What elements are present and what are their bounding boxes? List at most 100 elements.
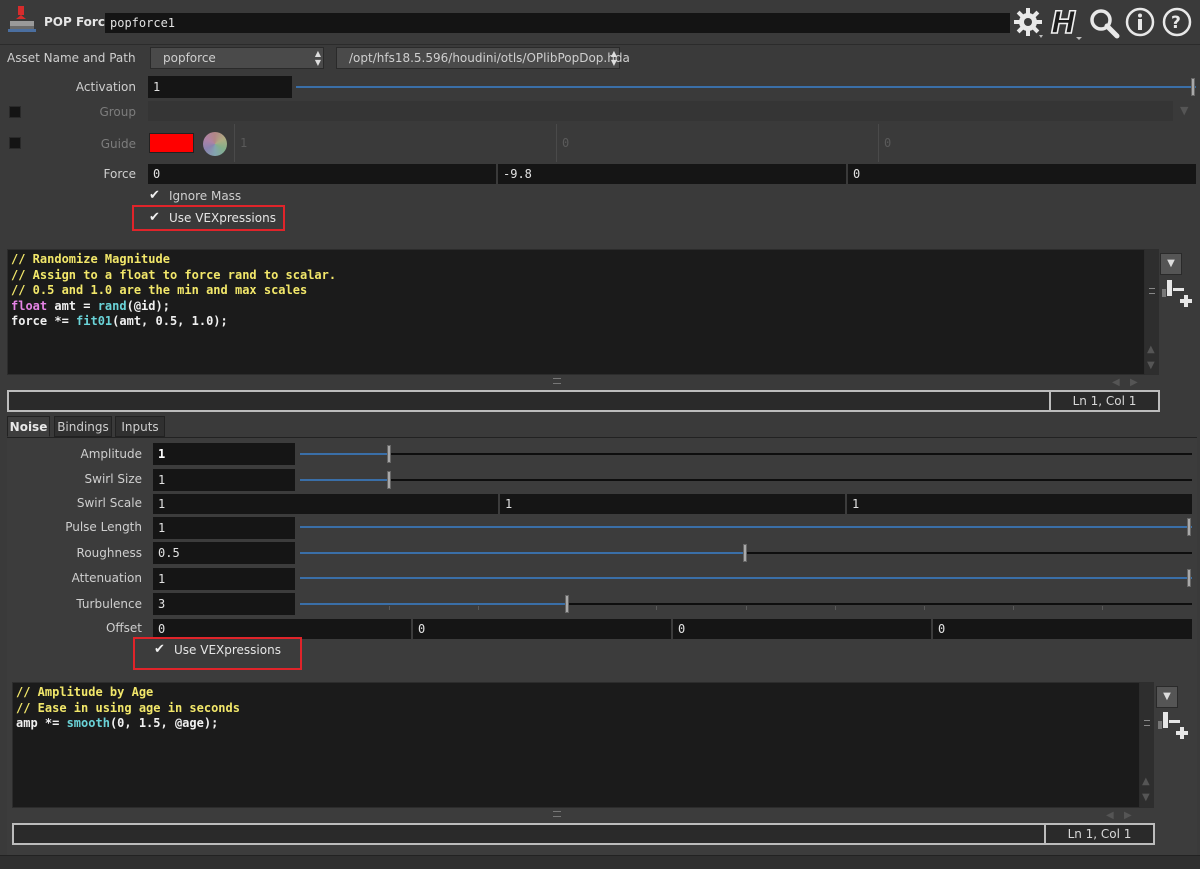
tab-noise[interactable]: Noise [7, 416, 50, 437]
scroll-down-icon[interactable]: ▼ [1142, 792, 1150, 803]
roughness-field[interactable]: 0.5 [153, 542, 295, 564]
swirl-size-label: Swirl Size [84, 472, 142, 486]
noise-snippet-menu-button[interactable]: ▼ [1156, 686, 1178, 708]
swirl-scale-y-field[interactable]: 1 [500, 494, 845, 514]
swirl-size-slider[interactable] [300, 470, 1192, 490]
scroll-down-icon[interactable]: ▼ [1147, 360, 1155, 371]
snippet-menu-button[interactable]: ▼ [1160, 253, 1182, 275]
offset-z-field[interactable]: 0 [673, 619, 931, 639]
amplitude-label: Amplitude [80, 447, 143, 461]
offset-y-field[interactable]: 0 [413, 619, 671, 639]
noise-code-editor-scrollbar[interactable] [1140, 682, 1154, 808]
use-vexpressions-checkbox[interactable]: ✔ [149, 211, 161, 224]
scroll-left-icon[interactable]: ◀ [1106, 810, 1114, 821]
offset-x-field[interactable]: 0 [153, 619, 411, 639]
force-label: Force [103, 167, 136, 181]
svg-text:?: ? [1171, 13, 1181, 33]
group-toggle[interactable] [9, 106, 21, 118]
guide-label: Guide [100, 137, 136, 151]
noise-create-spare-parameters-icon[interactable] [1158, 712, 1192, 742]
code-line: // Randomize Magnitude [11, 252, 170, 266]
scroll-up-icon[interactable]: ▲ [1147, 344, 1155, 355]
asset-name-dropdown[interactable]: popforce ▲ ▼ [150, 47, 324, 69]
cursor-position: Ln 1, Col 1 [1049, 392, 1158, 410]
node-name-field[interactable]: popforce1 [105, 13, 1010, 33]
pulse-length-slider[interactable] [300, 517, 1192, 537]
vex-code-editor[interactable]: // Randomize Magnitude // Assign to a fl… [7, 249, 1145, 375]
noise-use-vexpressions-checkbox[interactable]: ✔ [154, 643, 166, 656]
activation-label: Activation [75, 80, 136, 94]
code-line: // Assign to a float to force rand to sc… [11, 267, 337, 282]
dropdown-arrows-icon: ▲ ▼ [314, 49, 321, 67]
amplitude-slider[interactable] [300, 444, 1192, 464]
slider-handle[interactable] [1187, 569, 1191, 587]
force-y-field[interactable]: -9.8 [498, 164, 846, 184]
roughness-label: Roughness [76, 546, 142, 560]
ignore-mass-label: Ignore Mass [169, 189, 242, 203]
code-line: force *= fit01(amt, 0.5, 1.0); [11, 314, 228, 328]
turbulence-slider[interactable] [300, 594, 1192, 614]
group-field[interactable] [148, 101, 1173, 121]
force-z-field[interactable]: 0 [848, 164, 1196, 184]
slider-handle[interactable] [387, 471, 391, 489]
tab-inputs[interactable]: Inputs [115, 416, 165, 437]
slider-handle[interactable] [565, 595, 569, 613]
attenuation-slider[interactable] [300, 568, 1192, 588]
scroll-up-icon[interactable]: ▲ [1142, 776, 1150, 787]
noise-cursor-position: Ln 1, Col 1 [1044, 825, 1153, 843]
offset-w-field[interactable]: 0 [933, 619, 1192, 639]
roughness-slider[interactable] [300, 543, 1192, 563]
search-icon[interactable] [1088, 7, 1120, 39]
slider-handle[interactable] [743, 544, 747, 562]
asset-label: Asset Name and Path [7, 51, 136, 65]
asset-path-dropdown[interactable]: /opt/hfs18.5.596/houdini/otls/OPlibPopDo… [336, 47, 630, 69]
guide-toggle[interactable] [9, 137, 21, 149]
slider-handle[interactable] [387, 445, 391, 463]
noise-vex-code-editor[interactable]: // Amplitude by Age // Ease in using age… [12, 682, 1140, 808]
asset-name-value: popforce [163, 51, 216, 65]
resize-grip-icon[interactable] [553, 811, 561, 817]
scroll-right-icon[interactable]: ▶ [1130, 377, 1138, 388]
force-x-field[interactable]: 0 [148, 164, 496, 184]
turbulence-field[interactable]: 3 [153, 593, 295, 615]
swirl-scale-x-field[interactable]: 1 [153, 494, 498, 514]
code-line: // 0.5 and 1.0 are the min and max scale… [11, 283, 308, 297]
activation-slider[interactable] [296, 77, 1196, 97]
pulse-length-label: Pulse Length [65, 520, 142, 534]
create-spare-parameters-icon[interactable] [1162, 280, 1196, 310]
noise-code-status-bar: Ln 1, Col 1 [12, 823, 1155, 845]
scroll-right-icon[interactable]: ▶ [1124, 810, 1132, 821]
swirl-scale-label: Swirl Scale [76, 496, 142, 510]
node-type-label: POP Force [44, 15, 114, 29]
slider-handle[interactable] [1187, 518, 1191, 536]
svg-text:H: H [1051, 6, 1076, 40]
guide-value-3[interactable]: 0 [878, 124, 1196, 162]
tab-bindings[interactable]: Bindings [54, 416, 112, 437]
swirl-scale-z-field[interactable]: 1 [847, 494, 1192, 514]
activation-field[interactable]: 1 [148, 76, 292, 98]
code-status-bar: Ln 1, Col 1 [7, 390, 1160, 412]
amplitude-field[interactable]: 1 [153, 443, 295, 465]
asset-row: Asset Name and Path popforce ▲ ▼ /opt/hfs… [0, 44, 1200, 70]
help-icon[interactable]: ? [1162, 7, 1192, 37]
swirl-size-field[interactable]: 1 [153, 469, 295, 491]
info-icon[interactable] [1125, 7, 1155, 37]
expand-handle-icon[interactable] [1144, 720, 1150, 726]
scroll-left-icon[interactable]: ◀ [1112, 377, 1120, 388]
pulse-length-field[interactable]: 1 [153, 517, 295, 539]
color-wheel-icon[interactable] [203, 132, 227, 156]
gear-icon[interactable] [1012, 6, 1044, 38]
ignore-mass-checkbox[interactable]: ✔ [149, 189, 161, 202]
houdini-help-icon[interactable]: H [1048, 4, 1084, 42]
guide-value-2[interactable]: 0 [556, 124, 878, 162]
guide-color-swatch[interactable] [149, 133, 194, 153]
attenuation-field[interactable]: 1 [153, 568, 295, 590]
expand-handle-icon[interactable] [1149, 288, 1155, 294]
code-editor-scrollbar[interactable] [1145, 249, 1159, 375]
group-dropdown-arrow-icon[interactable]: ▼ [1180, 104, 1188, 117]
dropdown-arrows-icon: ▲ ▼ [610, 49, 617, 67]
slider-handle[interactable] [1191, 78, 1195, 96]
code-line: // Amplitude by Age [16, 685, 154, 699]
guide-value-1[interactable]: 1 [234, 124, 556, 162]
resize-grip-icon[interactable] [553, 378, 561, 384]
